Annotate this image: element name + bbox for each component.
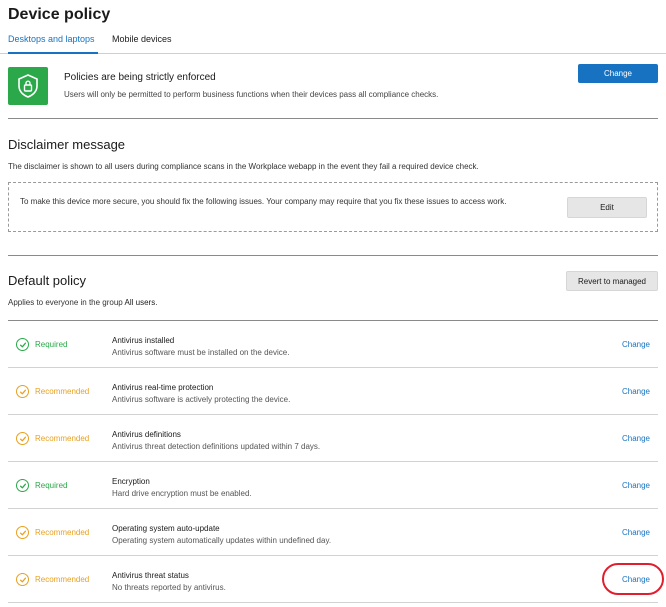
enforcement-change-button[interactable]: Change bbox=[578, 64, 658, 83]
disclaimer-edit-button[interactable]: Edit bbox=[567, 197, 647, 218]
policy-title: Antivirus definitions bbox=[112, 430, 181, 439]
status-label: Recommended bbox=[35, 387, 90, 396]
enforcement-title: Policies are being strictly enforced bbox=[64, 72, 216, 83]
status-label: Required bbox=[35, 340, 68, 349]
disclaimer-message: To make this device more secure, you sho… bbox=[20, 197, 507, 206]
policy-title: Antivirus real-time protection bbox=[112, 383, 214, 392]
page-title: Device policy bbox=[8, 6, 111, 23]
check-circle-icon bbox=[16, 338, 29, 351]
policy-description: Operating system automatically updates w… bbox=[112, 536, 332, 545]
default-policy-title: Default policy bbox=[8, 273, 87, 288]
check-circle-warning-icon bbox=[16, 526, 29, 539]
status-badge: Required bbox=[16, 479, 67, 492]
divider bbox=[8, 255, 658, 256]
policy-description: Antivirus software is actively protectin… bbox=[112, 395, 291, 404]
tab-mobile-devices[interactable]: Mobile devices bbox=[112, 34, 172, 44]
policy-change-link[interactable]: Change bbox=[622, 340, 650, 349]
revert-to-managed-button[interactable]: Revert to managed bbox=[566, 271, 658, 291]
active-tab-indicator bbox=[8, 52, 98, 54]
tab-bar: Desktops and laptops Mobile devices bbox=[0, 30, 666, 54]
check-circle-icon bbox=[16, 479, 29, 492]
status-label: Recommended bbox=[35, 434, 90, 443]
policy-row: Required Encryption Hard drive encryption … bbox=[8, 462, 658, 509]
status-badge: Recommended bbox=[16, 432, 89, 445]
policy-row: Required Antivirus installed Antivirus sof… bbox=[8, 321, 658, 368]
policy-title: Antivirus threat status bbox=[112, 571, 189, 580]
policy-row: Recommended Antivirus definitions Antiviru… bbox=[8, 415, 658, 462]
status-label: Recommended bbox=[35, 528, 90, 537]
default-policy-description: Applies to everyone in the group All use… bbox=[8, 298, 158, 307]
policy-description: Hard drive encryption must be enabled. bbox=[112, 489, 252, 498]
policy-row: Recommended Antivirus threat status No thr… bbox=[8, 556, 658, 603]
policy-row: Recommended Antivirus real-time protectio… bbox=[8, 368, 658, 415]
policy-description: No threats reported by antivirus. bbox=[112, 583, 226, 592]
disclaimer-title: Disclaimer message bbox=[8, 137, 126, 152]
check-circle-warning-icon bbox=[16, 573, 29, 586]
check-circle-warning-icon bbox=[16, 385, 29, 398]
policy-description: Antivirus threat detection definitions u… bbox=[112, 442, 321, 451]
tab-desktops-and-laptops[interactable]: Desktops and laptops bbox=[8, 34, 95, 44]
policy-change-link[interactable]: Change bbox=[622, 387, 650, 396]
status-label: Required bbox=[35, 481, 68, 490]
status-badge: Recommended bbox=[16, 385, 89, 398]
status-badge: Recommended bbox=[16, 526, 89, 539]
policy-description: Antivirus software must be installed on … bbox=[112, 348, 290, 357]
disclaimer-description: The disclaimer is shown to all users dur… bbox=[8, 162, 479, 171]
status-badge: Required bbox=[16, 338, 67, 351]
divider bbox=[8, 118, 658, 119]
highlight-ring bbox=[602, 563, 664, 595]
enforcement-description: Users will only be permitted to perform … bbox=[64, 90, 439, 99]
status-label: Recommended bbox=[35, 575, 90, 584]
check-circle-warning-icon bbox=[16, 432, 29, 445]
policy-change-link[interactable]: Change bbox=[622, 481, 650, 490]
policy-change-link[interactable]: Change bbox=[622, 528, 650, 537]
group-name: All users bbox=[124, 298, 156, 307]
policy-title: Encryption bbox=[112, 477, 150, 486]
policy-row: Recommended Operating system auto-update O… bbox=[8, 509, 658, 556]
shield-lock-icon bbox=[8, 67, 48, 105]
policy-change-link[interactable]: Change bbox=[622, 434, 650, 443]
policy-title: Antivirus installed bbox=[112, 336, 175, 345]
policy-title: Operating system auto-update bbox=[112, 524, 220, 533]
disclaimer-box: To make this device more secure, you sho… bbox=[8, 182, 658, 232]
status-badge: Recommended bbox=[16, 573, 89, 586]
